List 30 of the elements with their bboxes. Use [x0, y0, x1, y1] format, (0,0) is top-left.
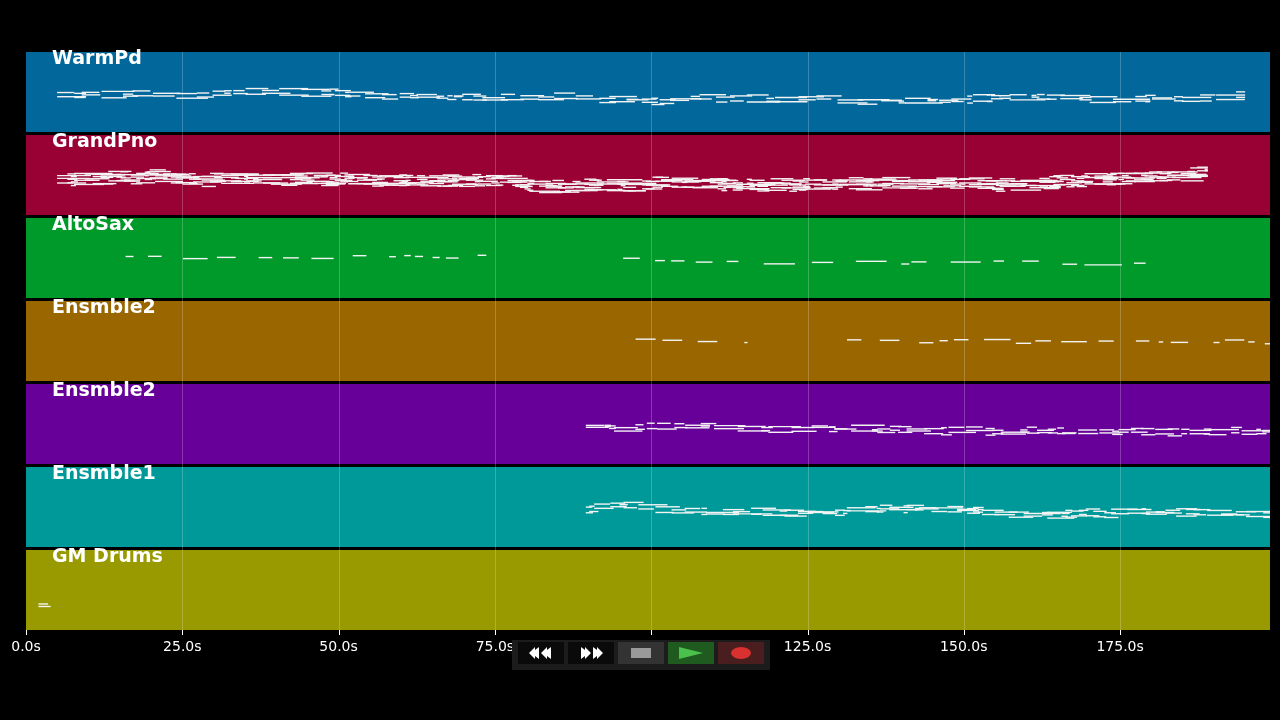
play-icon: [678, 646, 704, 660]
axis-tick: [338, 630, 340, 635]
track-name: GrandPno: [52, 129, 158, 151]
axis-tick: [1120, 630, 1122, 635]
axis-tick: [807, 630, 809, 635]
track-name: GM Drums: [52, 544, 163, 566]
record-button[interactable]: [718, 642, 764, 664]
time-tick-label: 150.0s: [940, 638, 988, 654]
axis-tick: [963, 630, 965, 635]
stop-button[interactable]: [618, 642, 664, 664]
time-tick-label: 25.0s: [163, 638, 202, 654]
record-icon: [730, 646, 752, 660]
track-name: WarmPd: [52, 46, 142, 68]
stop-icon: [630, 647, 652, 659]
rewind-button[interactable]: [518, 642, 564, 664]
axis-tick: [494, 630, 496, 635]
time-tick-label: 125.0s: [783, 638, 832, 654]
time-tick-label: 175.0s: [1096, 638, 1144, 654]
track-name: Ensmble1: [52, 461, 156, 483]
notes-drawing: [38, 602, 51, 608]
play-button[interactable]: [668, 642, 714, 664]
time-tick-label: 50.0s: [319, 638, 358, 654]
axis-tick: [26, 630, 27, 635]
track-name: Ensmble2: [52, 378, 156, 400]
track-name: AltoSax: [52, 212, 135, 234]
fast-forward-button[interactable]: [568, 642, 614, 664]
track-name: Ensmble2: [52, 295, 156, 317]
axis-tick: [182, 630, 184, 635]
time-tick-label: 75.0s: [475, 638, 515, 654]
time-tick-label: 0.0s: [11, 638, 41, 654]
